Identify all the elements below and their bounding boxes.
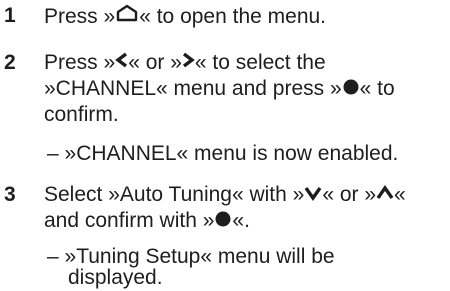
step-text: Press » bbox=[44, 51, 116, 74]
step-2-line-3: confirm. bbox=[44, 103, 119, 126]
step-number: 1 bbox=[4, 4, 16, 27]
step-text: « to select the bbox=[194, 51, 326, 74]
chevron-down-icon bbox=[304, 185, 322, 201]
step-text: « to bbox=[359, 77, 395, 100]
step-3-line-1: Select »Auto Tuning« with » « or » « bbox=[44, 182, 406, 208]
step-number: 2 bbox=[4, 51, 16, 74]
step-text: Select »Auto Tuning« with » bbox=[44, 183, 305, 206]
step-text: Press » bbox=[44, 5, 116, 28]
step-3-line-2: and confirm with » «. bbox=[44, 208, 250, 234]
step-text: «. bbox=[232, 209, 250, 232]
step-text: « or » bbox=[322, 183, 377, 206]
step-2-result: – »CHANNEL« menu is now enabled. bbox=[47, 142, 399, 165]
step-number: 3 bbox=[4, 183, 16, 206]
step-text: « bbox=[394, 183, 406, 206]
step-text: »CHANNEL« menu and press » bbox=[44, 77, 342, 100]
chevron-up-icon bbox=[376, 185, 394, 201]
chevron-left-icon bbox=[115, 51, 128, 69]
step-2-line-1: Press » « or » « to select the bbox=[44, 50, 326, 76]
step-text: « or » bbox=[128, 51, 182, 74]
step-text: and confirm with » bbox=[44, 209, 215, 232]
step-text: « to open the menu. bbox=[139, 5, 327, 28]
filled-circle-icon bbox=[214, 209, 232, 227]
step-2-line-2: »CHANNEL« menu and press » « to bbox=[44, 76, 395, 102]
filled-circle-icon bbox=[342, 77, 360, 95]
step-3-result-line-2: displayed. bbox=[68, 266, 163, 289]
chevron-right-icon bbox=[182, 51, 195, 69]
step-1-line-1: Press » « to open the menu. bbox=[44, 3, 326, 30]
home-icon bbox=[115, 3, 139, 23]
